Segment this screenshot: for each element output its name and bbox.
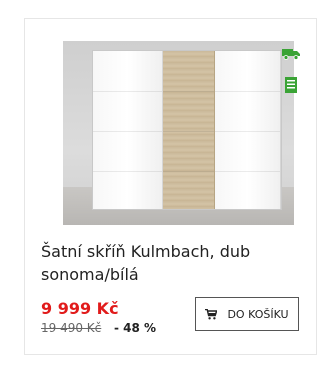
document-icon: [285, 77, 297, 93]
cart-button-label: DO KOŠÍKU: [227, 307, 289, 321]
add-to-cart-button[interactable]: DO KOŠÍKU: [195, 297, 299, 331]
product-image[interactable]: [63, 41, 294, 225]
wardrobe-door-middle: [163, 51, 215, 209]
product-title[interactable]: Šatní skříň Kulmbach, dub sonoma/bílá: [41, 240, 291, 286]
wardrobe-door-right: [215, 51, 281, 209]
wardrobe-door-left: [93, 51, 163, 209]
wardrobe-illustration: [93, 51, 281, 209]
product-old-price: 19 490 Kč: [41, 321, 102, 335]
cart-icon: [205, 308, 219, 320]
discount-badge: - 48 %: [114, 321, 157, 335]
product-price: 9 999 Kč: [41, 299, 119, 318]
product-card[interactable]: Šatní skříň Kulmbach, dub sonoma/bílá 9 …: [24, 18, 317, 355]
truck-icon: [282, 47, 300, 60]
